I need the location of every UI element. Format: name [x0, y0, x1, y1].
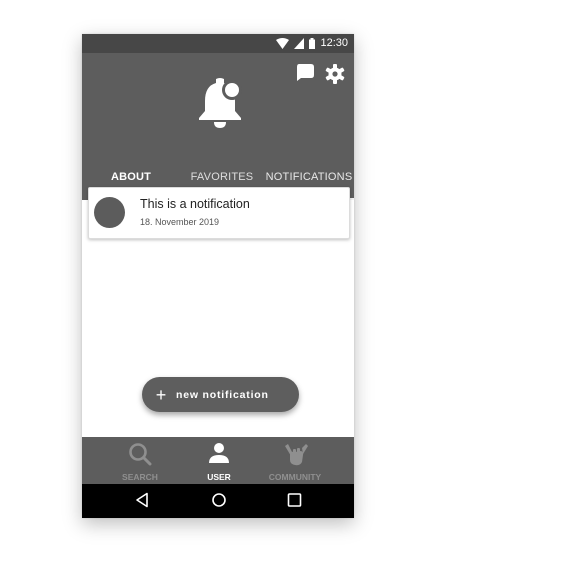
notification-title: This is a notification: [140, 197, 250, 211]
bottom-navigation: SEARCH USER COMMUNITY: [82, 437, 354, 484]
gear-icon[interactable]: [325, 64, 345, 84]
user-icon: [209, 443, 229, 463]
phone-screen: 12:30 ABOUT FAVORITES NOTIFICATIONS This…: [82, 34, 354, 518]
recents-icon[interactable]: [287, 492, 302, 508]
notification-card[interactable]: This is a notification 18. November 2019: [88, 187, 350, 239]
chat-icon[interactable]: [296, 64, 314, 81]
status-time: 12:30: [320, 37, 348, 49]
nav-user-label: USER: [207, 472, 231, 482]
home-icon[interactable]: [211, 492, 227, 508]
nav-user[interactable]: USER: [181, 437, 257, 484]
nav-community-label: COMMUNITY: [268, 472, 322, 482]
nav-community[interactable]: COMMUNITY: [257, 437, 333, 484]
battery-icon: [309, 37, 316, 49]
new-notification-button[interactable]: + new notification: [142, 377, 299, 412]
wifi-icon: [276, 37, 290, 49]
plus-icon: +: [155, 384, 167, 405]
signal-icon: [294, 37, 305, 49]
status-bar: 12:30: [82, 34, 354, 53]
avatar: [94, 197, 125, 228]
new-notification-label: new notification: [176, 388, 269, 401]
search-icon: [129, 443, 152, 466]
notification-date: 18. November 2019: [140, 217, 220, 227]
back-icon[interactable]: [135, 492, 149, 508]
bell-icon: [199, 78, 242, 128]
system-navigation-bar: [82, 484, 354, 518]
nav-search-label: SEARCH: [122, 472, 158, 482]
app-header: ABOUT FAVORITES NOTIFICATIONS: [82, 53, 354, 200]
hand-icon: [285, 444, 308, 466]
nav-search[interactable]: SEARCH: [102, 437, 178, 484]
